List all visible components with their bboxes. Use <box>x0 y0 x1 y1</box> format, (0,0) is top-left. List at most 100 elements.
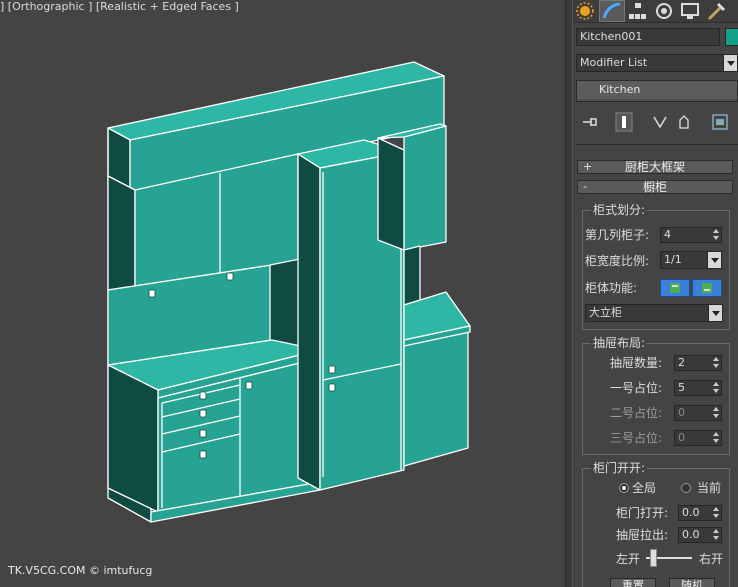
cabinet-function-icon <box>670 283 680 293</box>
slot3-spinner[interactable]: 0 <box>674 430 722 446</box>
spinner-arrows-icon[interactable] <box>711 228 721 242</box>
door-open-spinner[interactable]: 0.0 <box>678 505 722 521</box>
column-label: 第几列柜子: <box>585 228 650 242</box>
group-cabinet-division-title: 柜式划分: <box>591 203 648 217</box>
drawer-count-spinner[interactable]: 2 <box>674 355 722 371</box>
spinner-arrows-icon[interactable] <box>711 406 721 420</box>
chevron-down-icon <box>707 252 721 268</box>
rollout-frame-title: 厨柜大框架 <box>624 160 685 174</box>
tab-modify[interactable] <box>599 0 625 22</box>
tab-utilities[interactable] <box>703 0 729 22</box>
viewport-splitter[interactable] <box>565 0 573 587</box>
random-button[interactable]: 随机 <box>669 578 715 587</box>
column-value: 4 <box>664 228 671 241</box>
spinner-arrows-icon[interactable] <box>711 381 721 395</box>
cabinet-type-value: 大立柜 <box>589 306 622 319</box>
spinner-arrows-icon[interactable] <box>711 506 721 520</box>
panel-divider <box>576 144 738 145</box>
lower-left-side <box>107 364 159 513</box>
slot1-value: 5 <box>678 381 685 394</box>
viewport[interactable]: ] [Orthographic ] [Realistic + Edged Fac… <box>0 0 565 587</box>
column-spinner[interactable]: 4 <box>660 227 722 243</box>
chevron-down-icon <box>723 55 737 71</box>
modifier-list-dropdown[interactable]: Modifier List <box>576 54 738 72</box>
rollout-frame-sign: + <box>583 160 593 173</box>
function-label: 柜体功能: <box>585 281 638 295</box>
group-door-open-title: 柜门开开: <box>591 461 648 475</box>
handle <box>226 272 234 281</box>
tab-motion[interactable] <box>651 0 677 22</box>
rollout-cabinet-sign: - <box>583 180 587 193</box>
cabinet-function-icon <box>702 283 712 293</box>
motion-icon <box>656 3 672 19</box>
width-ratio-value: 1/1 <box>664 253 682 266</box>
create-icon <box>576 2 594 20</box>
tab-display[interactable] <box>677 0 703 22</box>
rollout-cabinet[interactable]: - 橱柜 <box>577 180 733 194</box>
handle <box>199 391 207 400</box>
tab-hierarchy[interactable] <box>625 0 651 22</box>
reset-button[interactable]: 重置 <box>610 578 656 587</box>
radio-global-label: 全局 <box>632 481 657 495</box>
width-ratio-dropdown[interactable]: 1/1 <box>660 251 722 269</box>
function-button-2[interactable] <box>692 279 722 297</box>
group-drawer-layout-title: 抽屉布局: <box>591 336 648 350</box>
right-open-label: 右开 <box>699 552 724 566</box>
show-end-result-icon[interactable] <box>615 112 633 132</box>
width-ratio-label: 柜宽度比例: <box>585 254 650 268</box>
configure-sets-icon[interactable] <box>711 112 729 132</box>
object-color-swatch[interactable] <box>725 28 738 46</box>
chevron-down-icon <box>708 305 722 321</box>
left-open-label: 左开 <box>616 552 641 566</box>
hierarchy-icon <box>629 3 646 19</box>
slot2-spinner[interactable]: 0 <box>674 405 722 421</box>
drawer-pull-spinner[interactable]: 0.0 <box>678 527 722 543</box>
door-open-value: 0.0 <box>682 506 700 519</box>
slot2-label: 二号占位: <box>610 406 663 420</box>
modifier-stack[interactable]: Kitchen <box>576 80 738 102</box>
handle <box>199 409 207 418</box>
radio-global[interactable] <box>619 483 629 493</box>
slot2-value: 0 <box>678 406 685 419</box>
handle <box>245 381 253 390</box>
upper-left-side <box>107 175 136 306</box>
radio-current-label: 当前 <box>697 481 722 495</box>
drawer-pull-label: 抽屉拉出: <box>616 528 669 542</box>
kitchen-cabinet-model[interactable] <box>0 0 565 587</box>
rollout-frame[interactable]: + 厨柜大框架 <box>577 160 733 174</box>
handle <box>148 289 156 298</box>
modify-icon <box>602 2 621 19</box>
radio-current[interactable] <box>681 483 691 493</box>
remove-modifier-icon[interactable] <box>675 112 693 132</box>
command-panel-tabs <box>573 0 738 23</box>
handle <box>328 365 336 374</box>
right-niche <box>403 245 421 306</box>
modifier-list-label: Modifier List <box>580 56 648 69</box>
handle <box>328 383 336 392</box>
left-right-slider[interactable] <box>646 549 694 567</box>
slider-thumb[interactable] <box>650 549 657 567</box>
spinner-arrows-icon[interactable] <box>711 431 721 445</box>
slot3-value: 0 <box>678 431 685 444</box>
upper-right-front <box>403 125 447 251</box>
slot3-label: 三号占位: <box>610 431 663 445</box>
watermark: TK.V5CG.COM © imtufucg <box>8 564 153 577</box>
stack-item-kitchen[interactable]: Kitchen <box>577 81 737 99</box>
handle <box>199 450 207 459</box>
right-lower-front <box>403 326 469 467</box>
utilities-icon <box>707 2 726 21</box>
spinner-arrows-icon[interactable] <box>711 356 721 370</box>
tall-side <box>297 153 321 491</box>
rollout-cabinet-title: 橱柜 <box>642 180 667 194</box>
cabinet-type-dropdown[interactable]: 大立柜 <box>585 304 723 322</box>
pin-stack-icon[interactable] <box>581 112 599 132</box>
make-unique-icon[interactable] <box>651 112 669 132</box>
slot1-spinner[interactable]: 5 <box>674 380 722 396</box>
function-button-1[interactable] <box>660 279 690 297</box>
object-name-field[interactable]: Kitchen001 <box>576 28 720 46</box>
slot1-label: 一号占位: <box>610 381 663 395</box>
upper-right-side <box>377 137 405 251</box>
spinner-arrows-icon[interactable] <box>711 528 721 542</box>
display-icon <box>681 3 699 19</box>
tab-create[interactable] <box>573 0 599 22</box>
